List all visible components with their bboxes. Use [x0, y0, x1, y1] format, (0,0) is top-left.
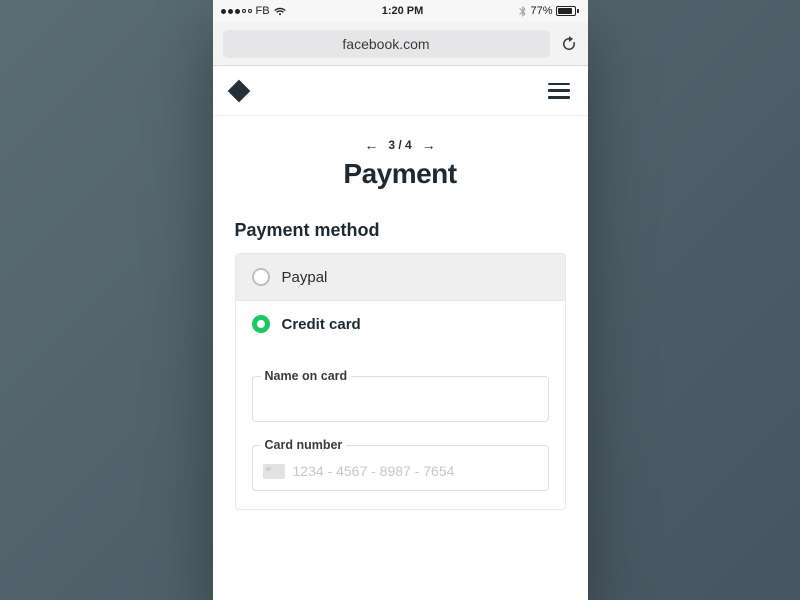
- section-heading: Payment method: [235, 220, 566, 241]
- option-credit-card[interactable]: Credit card: [236, 300, 565, 347]
- clock: 1:20 PM: [382, 5, 424, 17]
- reload-icon[interactable]: [560, 35, 578, 53]
- page-title: Payment: [213, 158, 588, 190]
- ios-status-bar: FB 1:20 PM 77%: [213, 0, 588, 22]
- step-next-icon[interactable]: →: [422, 138, 436, 152]
- radio-checked-icon: [252, 315, 270, 333]
- bluetooth-icon: [519, 6, 526, 17]
- name-on-card-field: Name on card: [252, 369, 549, 422]
- credit-card-icon: [263, 464, 285, 479]
- logo-icon[interactable]: [227, 79, 250, 102]
- battery-percent: 77%: [530, 5, 552, 17]
- name-on-card-label: Name on card: [261, 369, 352, 383]
- option-paypal[interactable]: Paypal: [236, 254, 565, 300]
- url-text: facebook.com: [342, 36, 429, 52]
- battery-icon: [556, 6, 579, 16]
- step-prev-icon[interactable]: ←: [364, 138, 378, 152]
- status-right: 77%: [519, 5, 579, 17]
- name-on-card-input[interactable]: [263, 383, 538, 421]
- status-left: FB: [221, 5, 286, 17]
- payment-method-section: Payment method Paypal Credit card Name o…: [213, 220, 588, 510]
- card-number-label: Card number: [261, 438, 347, 452]
- option-credit-card-label: Credit card: [282, 316, 361, 333]
- option-paypal-label: Paypal: [282, 269, 328, 286]
- menu-icon[interactable]: [548, 83, 570, 99]
- payment-option-list: Paypal Credit card Name on card Card num…: [235, 253, 566, 510]
- browser-url-bar: facebook.com: [213, 22, 588, 66]
- carrier-label: FB: [256, 5, 270, 17]
- app-header: [213, 66, 588, 116]
- credit-card-form: Name on card Card number: [236, 347, 565, 509]
- wifi-icon: [274, 7, 286, 16]
- phone-frame: FB 1:20 PM 77% facebook.com: [213, 0, 588, 600]
- radio-unchecked-icon: [252, 268, 270, 286]
- url-field[interactable]: facebook.com: [223, 30, 550, 58]
- card-number-input[interactable]: [293, 452, 538, 490]
- step-indicator: ← 3 / 4 →: [213, 138, 588, 152]
- signal-dots-icon: [221, 9, 252, 14]
- step-position: 3 / 4: [388, 138, 411, 152]
- card-number-field: Card number: [252, 438, 549, 491]
